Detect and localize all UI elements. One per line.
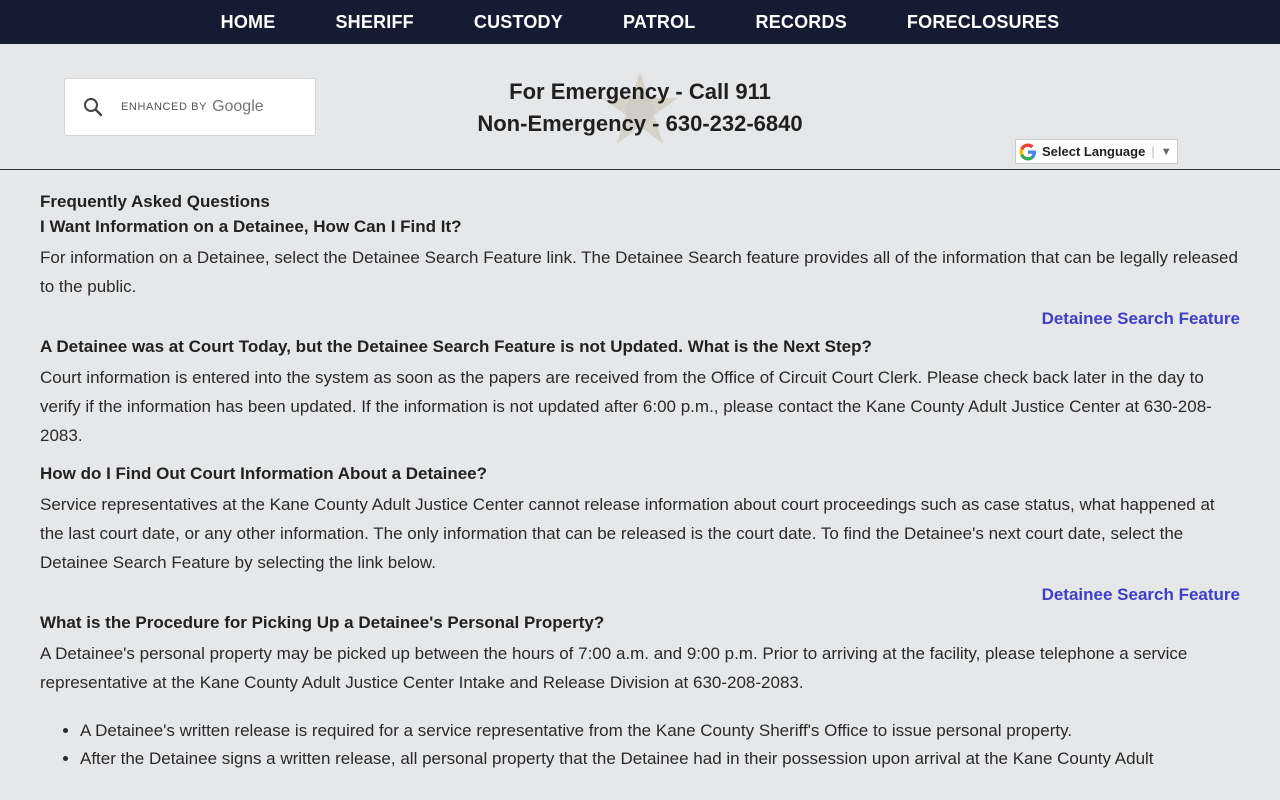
emergency-line: For Emergency - Call 911 xyxy=(509,79,771,104)
non-emergency-line: Non-Emergency - 630-232-6840 xyxy=(477,111,803,136)
faq-item-1: I Want Information on a Detainee, How Ca… xyxy=(40,217,1240,301)
google-g-icon xyxy=(1019,143,1037,161)
nav-custody[interactable]: CUSTODY xyxy=(444,12,593,33)
faq-question: A Detainee was at Court Today, but the D… xyxy=(40,337,872,356)
faq-answer: Court information is entered into the sy… xyxy=(40,368,1212,445)
detainee-search-link[interactable]: Detainee Search Feature xyxy=(1042,585,1240,604)
page-header: ENHANCED BY Google For Emergency - Call … xyxy=(0,44,1280,170)
nav-patrol[interactable]: PATROL xyxy=(593,12,726,33)
property-bullets: A Detainee's written release is required… xyxy=(80,717,1240,773)
chevron-down-icon: ▼ xyxy=(1160,145,1172,158)
faq-answer: A Detainee's personal property may be pi… xyxy=(40,644,1188,692)
faq-question: I Want Information on a Detainee, How Ca… xyxy=(40,217,462,236)
faq-item-2: A Detainee was at Court Today, but the D… xyxy=(40,337,1240,450)
faq-content: Frequently Asked Questions I Want Inform… xyxy=(0,170,1280,773)
faq-answer: For information on a Detainee, select th… xyxy=(40,248,1238,296)
faq-question: How do I Find Out Court Information Abou… xyxy=(40,464,488,483)
faq-question: What is the Procedure for Picking Up a D… xyxy=(40,613,605,632)
page-title: Frequently Asked Questions xyxy=(40,192,270,211)
faq-item-4: What is the Procedure for Picking Up a D… xyxy=(40,613,1240,773)
list-item: After the Detainee signs a written relea… xyxy=(80,745,1240,773)
language-select-divider: | xyxy=(1151,144,1155,159)
faq-item-3: How do I Find Out Court Information Abou… xyxy=(40,464,1240,577)
nav-sheriff[interactable]: SHERIFF xyxy=(305,12,443,33)
nav-home[interactable]: HOME xyxy=(191,12,306,33)
list-item: A Detainee's written release is required… xyxy=(80,717,1240,745)
link-row: Detainee Search Feature xyxy=(40,309,1240,329)
language-select[interactable]: Select Language | ▼ xyxy=(1015,139,1178,164)
nav-foreclosures[interactable]: FORECLOSURES xyxy=(877,12,1089,33)
link-row: Detainee Search Feature xyxy=(40,585,1240,605)
nav-records[interactable]: RECORDS xyxy=(726,12,877,33)
top-navigation: HOME SHERIFF CUSTODY PATROL RECORDS FORE… xyxy=(0,0,1280,44)
emergency-contact: For Emergency - Call 911 Non-Emergency -… xyxy=(0,72,1280,144)
language-select-label: Select Language xyxy=(1042,144,1146,159)
detainee-search-link[interactable]: Detainee Search Feature xyxy=(1042,309,1240,328)
faq-answer: Service representatives at the Kane Coun… xyxy=(40,495,1215,572)
